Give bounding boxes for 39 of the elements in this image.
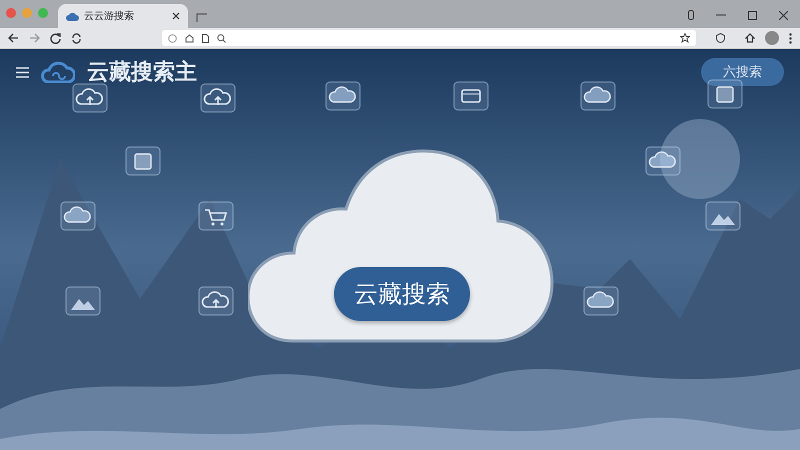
maximize-icon[interactable] <box>748 10 757 20</box>
cloud-icon <box>645 146 681 176</box>
cloud-icon <box>66 11 79 21</box>
mountain-icon <box>705 201 741 231</box>
cloud-logo-icon <box>41 61 75 83</box>
site-title: 云藏搜索主 <box>87 58 197 87</box>
cloud-upload-icon <box>72 83 108 113</box>
mountain-icon <box>65 286 101 316</box>
new-tab-icon[interactable] <box>196 12 208 22</box>
shield-icon[interactable] <box>716 33 725 43</box>
home-icon <box>185 34 194 42</box>
search-button[interactable]: 六搜索 <box>701 58 784 86</box>
home-icon[interactable] <box>745 33 755 43</box>
menu-icon[interactable] <box>16 66 29 78</box>
circle-icon <box>168 34 177 42</box>
sync-icon[interactable] <box>71 32 82 44</box>
close-icon[interactable] <box>172 12 180 20</box>
document-icon <box>707 79 743 109</box>
profile-avatar[interactable] <box>765 31 779 45</box>
back-arrow-icon[interactable] <box>8 33 19 43</box>
minimize-icon[interactable] <box>716 14 726 16</box>
cloud-icon <box>583 286 619 316</box>
hero-search-button[interactable]: 云藏搜索 <box>334 267 470 321</box>
page-icon <box>202 34 209 42</box>
close-icon[interactable] <box>779 10 788 20</box>
more-menu-icon[interactable] <box>789 32 792 44</box>
card-icon <box>453 81 489 111</box>
cloud-icon <box>60 201 96 231</box>
cloud-upload-icon <box>200 83 236 113</box>
tab-search-icon[interactable] <box>688 10 694 20</box>
reload-icon[interactable] <box>50 32 61 44</box>
cloud-icon <box>580 81 616 111</box>
browser-tab[interactable]: 云云游搜索 <box>58 4 188 28</box>
cloud-upload-icon <box>198 286 234 316</box>
star-icon[interactable] <box>680 33 690 43</box>
cloud-icon <box>325 81 361 111</box>
search-icon <box>217 34 226 42</box>
cart-icon <box>198 201 234 231</box>
document-icon <box>125 146 161 176</box>
